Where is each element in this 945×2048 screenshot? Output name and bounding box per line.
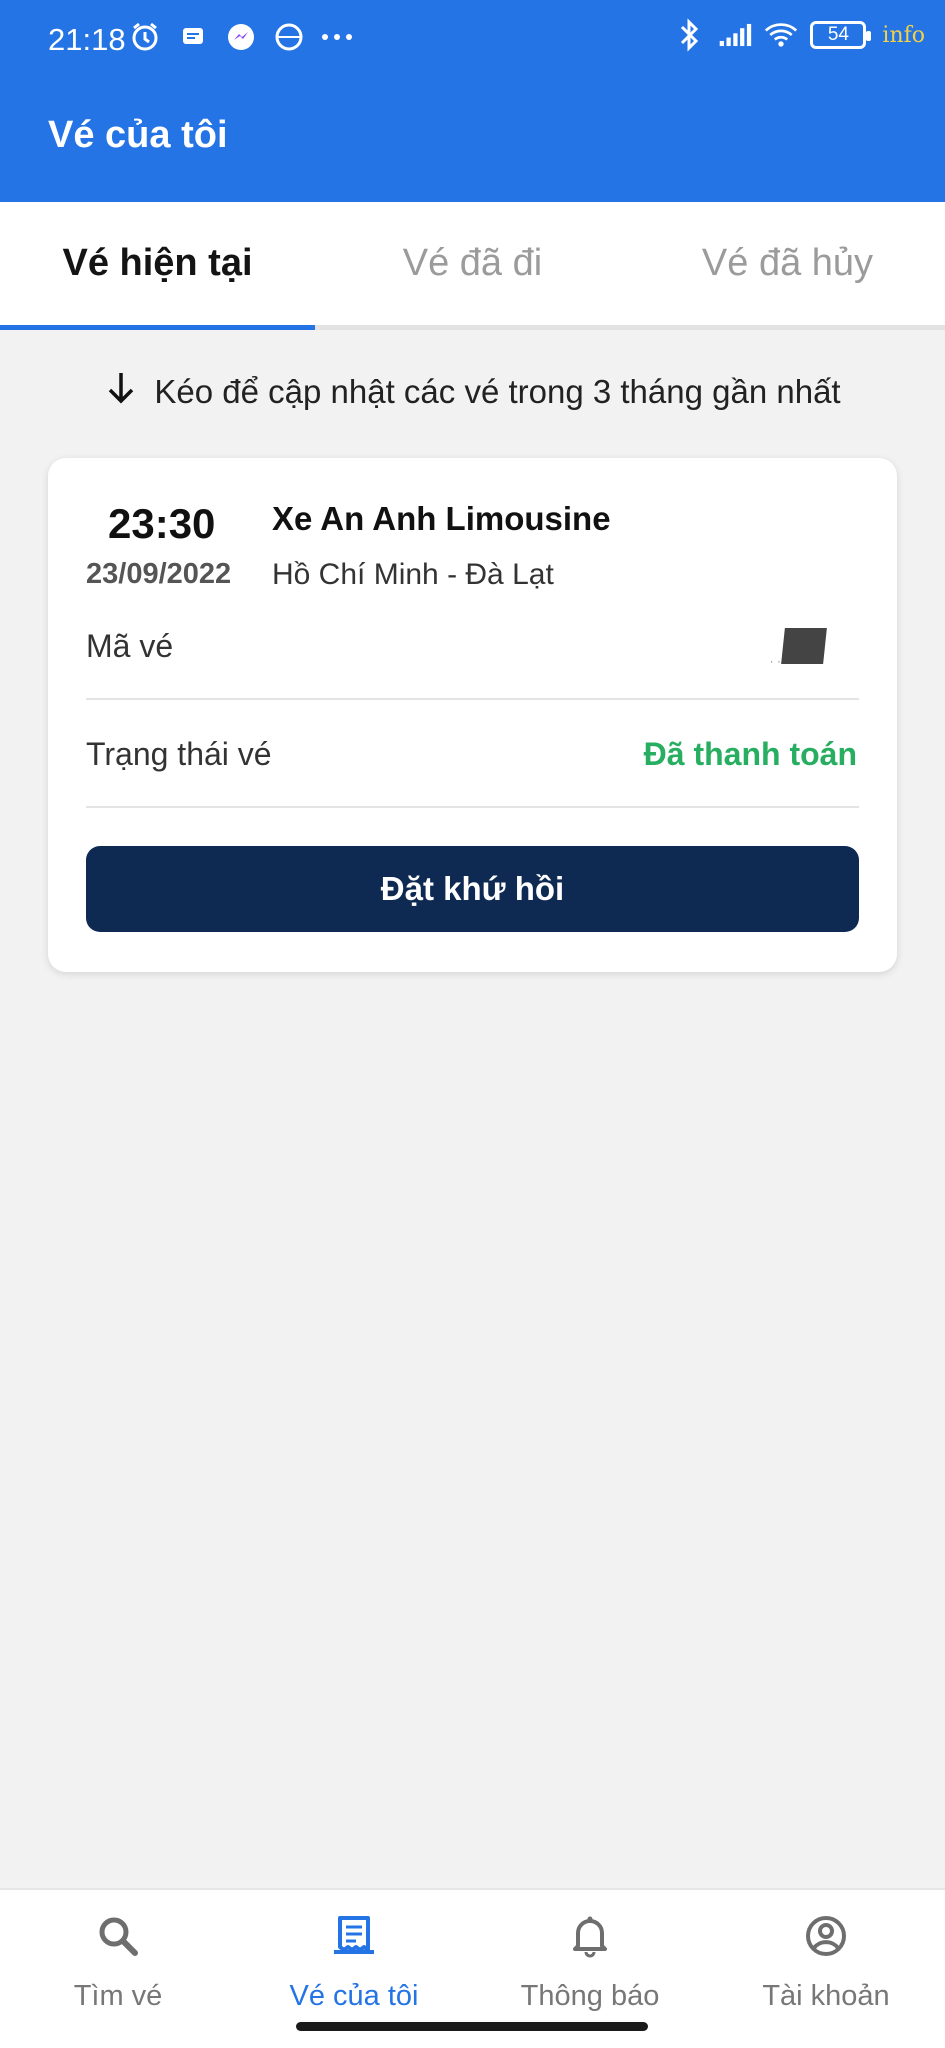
ticket-code-redacted [781, 628, 827, 664]
status-time: 21:18 [48, 22, 126, 57]
ticket-status-value: Đã thanh toán [643, 736, 857, 772]
bluetooth-icon [672, 18, 706, 52]
tab-current-tickets[interactable]: Vé hiện tại [0, 202, 315, 325]
tab-cancelled-tickets[interactable]: Vé đã hủy [630, 202, 945, 325]
battery-level: 54 [827, 24, 849, 45]
divider [86, 698, 859, 700]
ticket-status-label: Trạng thái vé [86, 736, 272, 772]
nav-search-tickets[interactable]: Tìm vé [0, 1890, 236, 2030]
app-header: Vé của tôi [0, 80, 945, 202]
alarm-icon [128, 20, 162, 54]
nav-label: Tìm vé [73, 1980, 163, 2012]
account-icon [802, 1912, 850, 1960]
page-title: Vé của tôi [48, 114, 228, 156]
ticket-card[interactable]: 23:30 23/09/2022 Xe An Anh Limousine Hồ … [48, 458, 897, 972]
watermark-text: info [882, 22, 925, 48]
bus-operator: Xe An Anh Limousine [272, 500, 611, 537]
refresh-hint-text: Kéo để cập nhật các vé trong 3 tháng gần… [154, 373, 841, 410]
refresh-hint: Kéo để cập nhật các vé trong 3 tháng gần… [0, 370, 945, 414]
wifi-icon [764, 18, 798, 52]
ticket-code-label: Mã vé [86, 628, 174, 664]
battery-icon: 54 [810, 21, 872, 49]
status-icons-left [128, 20, 354, 54]
nav-my-tickets[interactable]: Vé của tôi [236, 1890, 472, 2030]
nav-label: Tài khoản [762, 1980, 890, 2012]
ticket-icon [330, 1912, 378, 1960]
nav-account[interactable]: Tài khoản [708, 1890, 944, 2030]
messenger-icon [224, 20, 258, 54]
departure-time: 23:30 [108, 500, 216, 547]
tab-past-tickets[interactable]: Vé đã đi [315, 202, 630, 325]
home-indicator[interactable] [296, 2022, 648, 2031]
message-icon [176, 20, 210, 54]
arrow-down-icon [104, 370, 138, 414]
search-icon [94, 1912, 142, 1960]
departure-date: 23/09/2022 [86, 558, 232, 590]
more-dots-icon [320, 20, 354, 54]
active-tab-indicator [0, 325, 315, 330]
route: Hồ Chí Minh - Đà Lạt [272, 558, 554, 591]
nav-label: Thông báo [520, 1980, 660, 2012]
book-return-button[interactable]: Đặt khứ hồi [86, 846, 859, 932]
bell-icon [566, 1912, 614, 1960]
nav-notifications[interactable]: Thông báo [472, 1890, 708, 2030]
status-bar: 21:18 54 info [0, 0, 945, 80]
signal-icon [718, 18, 752, 52]
status-icons-right: 54 info [672, 18, 925, 52]
ticket-tabs: Vé hiện tại Vé đã đi Vé đã hủy [0, 202, 945, 330]
ticket-code-dots: · · [769, 654, 781, 668]
nav-label: Vé của tôi [289, 1980, 419, 2012]
globe-icon [272, 20, 306, 54]
divider [86, 806, 859, 808]
